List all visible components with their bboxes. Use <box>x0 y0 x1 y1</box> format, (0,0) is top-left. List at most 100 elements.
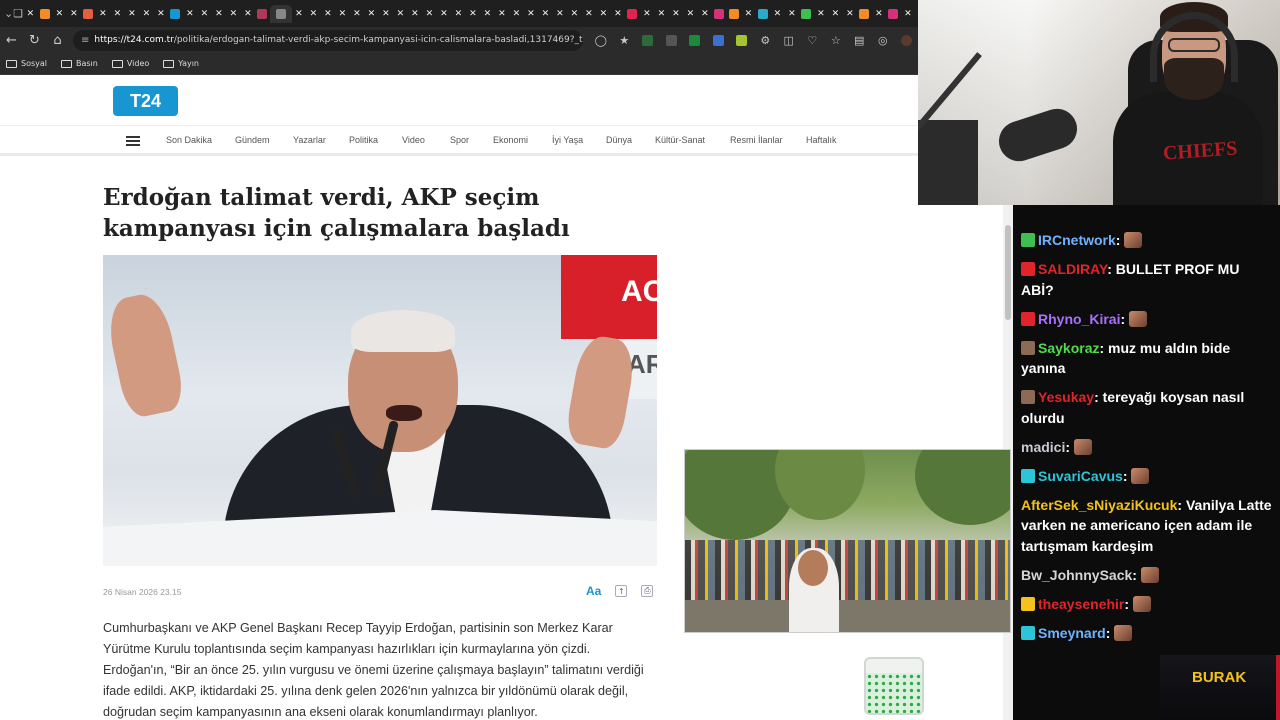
browser-tab[interactable]: ✕ <box>52 5 67 23</box>
extension-icon-2[interactable] <box>660 29 684 51</box>
browser-tab[interactable]: ✕ <box>509 5 524 23</box>
bookmark-folder-sosyal[interactable]: Sosyal <box>6 59 47 68</box>
chat-username[interactable]: Yesukay <box>1038 389 1094 405</box>
chat-username[interactable]: Saykoraz <box>1038 340 1099 356</box>
collections-icon[interactable]: ▤ <box>848 29 872 51</box>
bookmark-folder-yayin[interactable]: Yayın <box>163 59 199 68</box>
scrollbar-thumb[interactable] <box>1005 225 1011 320</box>
browser-tab[interactable] <box>168 5 183 23</box>
browser-tab[interactable]: ✕ <box>814 5 829 23</box>
browser-tab[interactable]: ✕ <box>596 5 611 23</box>
browser-tab[interactable]: ✕ <box>422 5 437 23</box>
chat-username[interactable]: AfterSek_sNiyaziKucuk <box>1021 497 1177 513</box>
nav-haftalik[interactable]: Haftalık <box>806 135 837 145</box>
browser-tab[interactable] <box>886 5 901 23</box>
browser-tab[interactable]: ✕ <box>611 5 626 23</box>
browser-tab[interactable]: ✕ <box>872 5 887 23</box>
nav-kultur-sanat[interactable]: Kültür-Sanat <box>655 135 705 145</box>
extension-icon-1[interactable] <box>636 29 660 51</box>
browser-tab[interactable] <box>712 5 727 23</box>
chat-username[interactable]: SALDIRAY <box>1038 261 1107 277</box>
browser-tab[interactable]: ✕ <box>466 5 481 23</box>
browser-tab[interactable]: ✕ <box>698 5 713 23</box>
menu-icon[interactable] <box>126 136 140 146</box>
back-icon[interactable]: ← <box>0 28 23 52</box>
browser-tab[interactable]: ✕ <box>843 5 858 23</box>
browser-tab[interactable]: ✕ <box>96 5 111 23</box>
browser-tab[interactable]: ✕ <box>321 5 336 23</box>
browser-tab[interactable]: ✕ <box>901 5 916 23</box>
browser-tab[interactable]: ✕ <box>640 5 655 23</box>
t24-logo[interactable]: T24 <box>113 86 178 116</box>
split-screen-icon[interactable]: ◫ <box>777 29 801 51</box>
browser-tab[interactable] <box>756 5 771 23</box>
browser-tab[interactable]: ✕ <box>226 5 241 23</box>
browser-tab[interactable]: ✕ <box>741 5 756 23</box>
browser-tab[interactable]: ✕ <box>654 5 669 23</box>
refresh-icon[interactable]: ↻ <box>23 28 46 52</box>
browser-tab[interactable]: ✕ <box>495 5 510 23</box>
performance-icon[interactable]: ♡ <box>801 29 825 51</box>
extensions-puzzle-icon[interactable]: ⚙ <box>754 29 778 51</box>
chat-username[interactable]: Smeynard <box>1038 625 1106 641</box>
browser-tab[interactable]: ✕ <box>379 5 394 23</box>
tab-search-icon[interactable]: ⌄ <box>4 4 13 24</box>
browser-tab[interactable]: ✕ <box>524 5 539 23</box>
nav-iyi-yasa[interactable]: İyi Yaşa <box>552 135 583 145</box>
browser-tab[interactable]: ✕ <box>393 5 408 23</box>
font-size-button[interactable]: Aa <box>586 584 601 598</box>
nav-video[interactable]: Video <box>402 135 425 145</box>
browser-tab[interactable] <box>799 5 814 23</box>
browser-tab[interactable]: ✕ <box>292 5 307 23</box>
browser-tab[interactable]: ✕ <box>828 5 843 23</box>
browser-tab[interactable]: ✕ <box>437 5 452 23</box>
reader-mode-icon[interactable]: ◯ <box>589 29 613 51</box>
chat-username[interactable]: SuvariCavus <box>1038 468 1123 484</box>
workspaces-icon[interactable]: ❏ <box>13 4 23 24</box>
browser-tab[interactable]: ✕ <box>567 5 582 23</box>
bookmark-folder-basin[interactable]: Basın <box>61 59 98 68</box>
browser-tab[interactable] <box>38 5 53 23</box>
browser-tab[interactable]: ✕ <box>197 5 212 23</box>
browser-tab[interactable]: ✕ <box>110 5 125 23</box>
nav-gundem[interactable]: Gündem <box>235 135 270 145</box>
browser-tab[interactable]: ✕ <box>241 5 256 23</box>
video-popup-player[interactable] <box>684 449 1011 633</box>
browser-tab[interactable]: ✕ <box>306 5 321 23</box>
translate-icon[interactable] <box>707 29 731 51</box>
nav-spor[interactable]: Spor <box>450 135 469 145</box>
chat-username[interactable]: madici <box>1021 439 1065 455</box>
browser-tab[interactable]: ✕ <box>553 5 568 23</box>
browser-tab[interactable] <box>255 5 270 23</box>
share-icon[interactable]: ↑ <box>615 585 628 597</box>
chat-username[interactable]: IRCnetwork <box>1038 232 1116 248</box>
browser-tab[interactable]: ✕ <box>183 5 198 23</box>
browser-tab[interactable]: ✕ <box>683 5 698 23</box>
print-icon[interactable]: ⎙ <box>641 585 654 597</box>
browser-essentials-icon[interactable]: ◎ <box>871 29 895 51</box>
profile-avatar-icon[interactable] <box>895 29 919 51</box>
bookmark-folder-video[interactable]: Video <box>111 59 149 68</box>
nav-politika[interactable]: Politika <box>349 135 378 145</box>
browser-tab[interactable]: ✕ <box>408 5 423 23</box>
browser-tab[interactable]: ✕ <box>669 5 684 23</box>
chat-username[interactable]: Bw_JohnnySack <box>1021 567 1132 583</box>
browser-tab[interactable] <box>269 4 292 23</box>
browser-tab[interactable]: ✕ <box>451 5 466 23</box>
browser-tab[interactable]: ✕ <box>364 5 379 23</box>
browser-tab[interactable]: ✕ <box>139 5 154 23</box>
browser-tab[interactable]: ✕ <box>67 5 82 23</box>
browser-tab[interactable]: ✕ <box>785 5 800 23</box>
favorite-star-icon[interactable]: ★ <box>613 29 637 51</box>
favorites-icon[interactable]: ☆ <box>824 29 848 51</box>
nav-dunya[interactable]: Dünya <box>606 135 632 145</box>
extension-icon-4[interactable] <box>730 29 754 51</box>
nav-resmi-ilanlar[interactable]: Resmi İlanlar <box>730 135 783 145</box>
browser-tab[interactable] <box>81 5 96 23</box>
browser-tab[interactable] <box>727 5 742 23</box>
browser-tab[interactable]: ✕ <box>154 5 169 23</box>
browser-tab[interactable]: ✕ <box>335 5 350 23</box>
browser-tab[interactable] <box>625 5 640 23</box>
address-bar[interactable]: ≡ https://t24.com.tr/politika/erdogan-ta… <box>73 29 583 51</box>
browser-tab[interactable] <box>857 5 872 23</box>
